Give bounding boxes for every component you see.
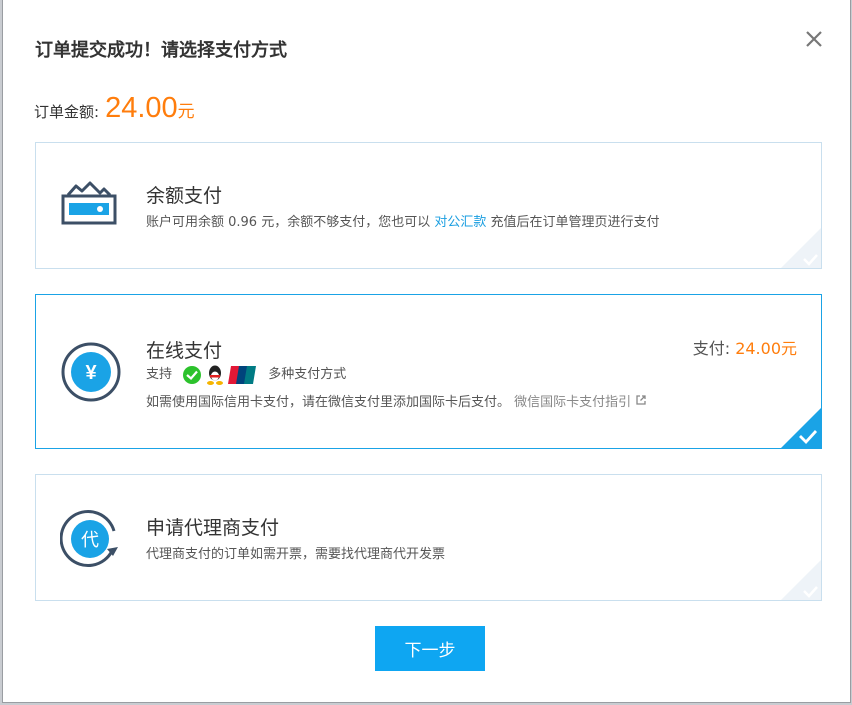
balance-description: 账户可用余额 0.96 元，余额不够支付，您也可以 对公汇款 充值后在订单管理页… (146, 211, 660, 230)
agent-icon: 代 (60, 510, 118, 568)
pay-value: 24.00元 (735, 339, 797, 358)
svg-text:¥: ¥ (85, 362, 97, 384)
pay-label: 支付: (692, 339, 731, 358)
balance-title: 余额支付 (146, 185, 223, 207)
note-text: 如需使用国际信用卡支付，请在微信支付里添加国际卡后支付。 (146, 395, 511, 410)
option-balance-payment[interactable]: 余额支付 账户可用余额 0.96 元，余额不够支付，您也可以 对公汇款 充值后在… (35, 142, 822, 269)
order-amount: 订单金额: 24.00 元 (34, 92, 195, 126)
methods-label: 多种支付方式 (268, 367, 347, 382)
supported-methods: 支持 多种支付方式 (146, 363, 346, 386)
option-online-payment[interactable]: ¥ 在线支付 支付: 24.00元 支持 多种支付方式 如需使用国际信用卡支付，… (35, 294, 822, 449)
agent-description: 代理商支付的订单如需开票，需要找代理商代开发票 (146, 547, 446, 562)
balance-desc-text-2: 充值后在订单管理页进行支付 (490, 215, 660, 230)
payment-dialog: 订单提交成功！请选择支付方式 订单金额: 24.00 元 余额支付 账户可用余额… (2, 0, 851, 703)
international-card-note: 如需使用国际信用卡支付，请在微信支付里添加国际卡后支付。 微信国际卡支付指引 (146, 391, 647, 410)
support-label: 支持 (146, 367, 173, 382)
unionpay-icon (228, 365, 257, 384)
agent-icon-char: 代 (81, 530, 99, 551)
option-agent-payment[interactable]: 代 申请代理商支付 代理商支付的订单如需开票，需要找代理商代开发票 (35, 474, 822, 601)
unselected-corner-icon (781, 560, 821, 600)
wechat-pay-icon (183, 365, 202, 384)
corporate-transfer-link[interactable]: 对公汇款 (434, 215, 486, 230)
wechat-intl-card-guide-link[interactable]: 微信国际卡支付指引 (514, 395, 647, 410)
qq-pay-icon (207, 365, 224, 385)
unselected-corner-icon (781, 228, 821, 268)
amount-unit: 元 (177, 102, 195, 122)
agent-title: 申请代理商支付 (146, 517, 280, 539)
amount-value: 24.00 (105, 92, 178, 124)
amount-label: 订单金额: (34, 103, 100, 121)
balance-desc-text: 账户可用余额 0.96 元，余额不够支付，您也可以 (146, 215, 431, 230)
close-icon[interactable] (803, 28, 825, 50)
guide-link-text: 微信国际卡支付指引 (514, 395, 632, 410)
online-pay-amount: 支付: 24.00元 (693, 335, 797, 359)
yuan-coin-icon: ¥ (61, 342, 121, 402)
next-step-button[interactable]: 下一步 (375, 626, 485, 671)
dialog-title: 订单提交成功！请选择支付方式 (35, 40, 287, 61)
wallet-icon (61, 181, 117, 225)
selected-check-icon (781, 408, 821, 448)
external-link-icon (636, 395, 646, 405)
online-title: 在线支付 (146, 340, 223, 362)
payment-method-icons (182, 364, 258, 386)
